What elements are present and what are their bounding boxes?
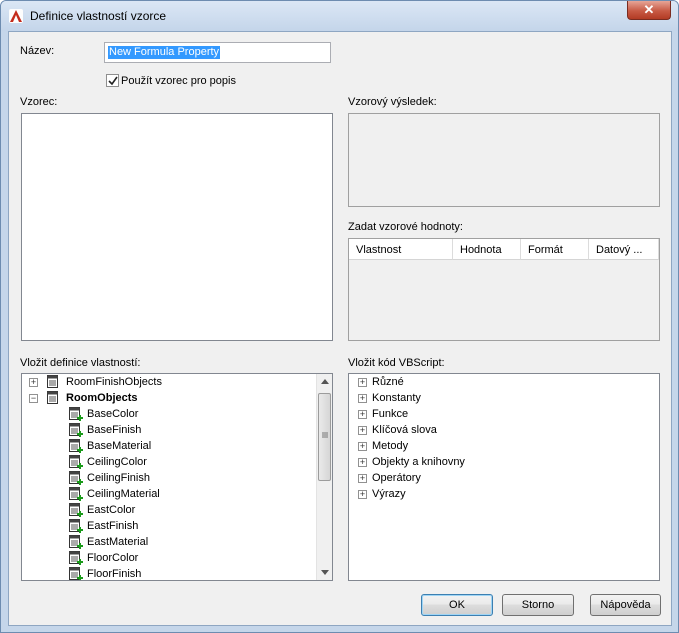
help-button[interactable]: Nápověda [590,594,661,616]
dialog-window: Definice vlastností vzorce ✕ Název: New … [0,0,679,633]
tree-item-property[interactable]: EastMaterial [26,534,316,550]
cancel-button[interactable]: Storno [502,594,574,616]
insert-vbscript-label: Vložit kód VBScript: [348,357,445,369]
tree-item-label: BaseFinish [87,424,142,436]
collapse-icon[interactable]: − [29,394,38,403]
tree-item-property[interactable]: EastFinish [26,518,316,534]
scroll-up-arrow-icon[interactable] [321,379,329,384]
tree-item-label: EastColor [87,504,136,516]
checkmark-icon [108,76,118,86]
tree-item-label: BaseColor [87,408,139,420]
sample-result-label: Vzorový výsledek: [348,96,437,108]
insert-property-definitions-label: Vložit definice vlastností: [20,357,141,369]
property-set-icon [47,375,58,388]
expand-icon[interactable]: + [358,490,367,499]
property-tree-scroll-thumb[interactable] [318,393,331,481]
window-title: Definice vlastností vzorce [30,9,167,23]
tree-item-property[interactable]: FloorColor [26,550,316,566]
property-definition-icon [69,551,83,565]
expand-icon[interactable]: + [358,426,367,435]
column-header-format[interactable]: Formát [521,239,589,260]
title-bar[interactable]: Definice vlastností vzorce ✕ [1,1,678,31]
vbscript-category-label: Klíčová slova [372,424,437,436]
tree-item-property[interactable]: FloorFinish [26,566,316,580]
vbscript-category[interactable]: + Konstanty [353,390,653,406]
tree-item-label: EastFinish [87,520,139,532]
grip-icon [322,432,328,438]
expand-icon[interactable]: + [358,394,367,403]
column-header-datatype[interactable]: Datový ... [589,239,659,260]
property-definition-icon [69,567,83,580]
sample-result-box [348,113,660,207]
vbscript-category-label: Různé [372,376,404,388]
tree-item-property[interactable]: CeilingFinish [26,470,316,486]
use-formula-label[interactable]: Použít vzorec pro popis [121,75,236,87]
vbscript-category-label: Funkce [372,408,409,420]
expand-icon[interactable]: + [358,410,367,419]
property-definition-icon [69,503,83,517]
expand-icon[interactable]: + [358,458,367,467]
property-definitions-tree[interactable]: + RoomFinishObjects − RoomObjects BaseColor B… [21,373,333,581]
expand-icon[interactable]: + [358,442,367,451]
property-definition-icon [69,535,83,549]
tree-item-label: CeilingMaterial [87,488,160,500]
close-button[interactable]: ✕ [627,1,671,20]
vbscript-category[interactable]: + Výrazy [353,486,653,502]
expand-icon[interactable]: + [358,378,367,387]
vbscript-category[interactable]: + Metody [353,438,653,454]
dialog-client-area: Název: New Formula Property Použít vzore… [8,31,672,626]
property-definition-icon [69,407,83,421]
scroll-down-arrow-icon[interactable] [321,570,329,575]
property-definition-icon [69,439,83,453]
tree-item-property[interactable]: BaseColor [26,406,316,422]
tree-item-label: FloorColor [87,552,139,564]
ok-button[interactable]: OK [421,594,493,616]
vbscript-category-label: Konstanty [372,392,421,404]
column-header-value[interactable]: Hodnota [453,239,521,260]
property-definition-icon [69,519,83,533]
vbscript-category[interactable]: + Objekty a knihovny [353,454,653,470]
tree-item-property[interactable]: BaseFinish [26,422,316,438]
tree-item-property[interactable]: CeilingColor [26,454,316,470]
tree-group-label: RoomObjects [66,392,138,404]
use-formula-checkbox[interactable] [106,74,119,87]
vbscript-category[interactable]: + Funkce [353,406,653,422]
sample-values-label: Zadat vzorové hodnoty: [348,221,463,233]
vbscript-tree[interactable]: + Různé + Konstanty + Funkce + Klíčová slova + Me… [348,373,660,581]
sample-values-grid[interactable]: Vlastnost Hodnota Formát Datový ... [348,238,660,341]
property-definition-icon [69,455,83,469]
property-definition-icon [69,487,83,501]
tree-item-property[interactable]: BaseMaterial [26,438,316,454]
name-label: Název: [20,45,55,57]
vbscript-category[interactable]: + Operátory [353,470,653,486]
vbscript-category-label: Výrazy [372,488,406,500]
tree-item-label: CeilingFinish [87,472,150,484]
vbscript-category-label: Metody [372,440,409,452]
property-definition-icon [69,423,83,437]
expand-icon[interactable]: + [29,378,38,387]
column-header-property[interactable]: Vlastnost [349,239,453,260]
property-tree-scrollbar[interactable] [316,374,332,580]
tree-item-property[interactable]: CeilingMaterial [26,486,316,502]
expand-icon[interactable]: + [358,474,367,483]
property-set-icon [47,391,58,404]
tree-item-label: FloorFinish [87,568,142,580]
tree-group-roomfinishobjects[interactable]: + RoomFinishObjects [26,374,316,390]
name-input-value: New Formula Property [108,46,221,59]
vbscript-category-label: Objekty a knihovny [372,456,465,468]
tree-item-property[interactable]: EastColor [26,502,316,518]
tree-item-label: EastMaterial [87,536,149,548]
property-definition-icon [69,471,83,485]
name-input[interactable]: New Formula Property [104,42,331,63]
tree-item-label: CeilingColor [87,456,147,468]
vbscript-category-label: Operátory [372,472,421,484]
autocad-logo-icon [9,9,23,23]
tree-item-label: BaseMaterial [87,440,152,452]
formula-label: Vzorec: [20,96,58,108]
tree-group-label: RoomFinishObjects [66,376,162,388]
vbscript-category[interactable]: + Různé [353,374,653,390]
vbscript-category[interactable]: + Klíčová slova [353,422,653,438]
formula-editor[interactable] [21,113,333,341]
tree-group-roomobjects[interactable]: − RoomObjects [26,390,316,406]
